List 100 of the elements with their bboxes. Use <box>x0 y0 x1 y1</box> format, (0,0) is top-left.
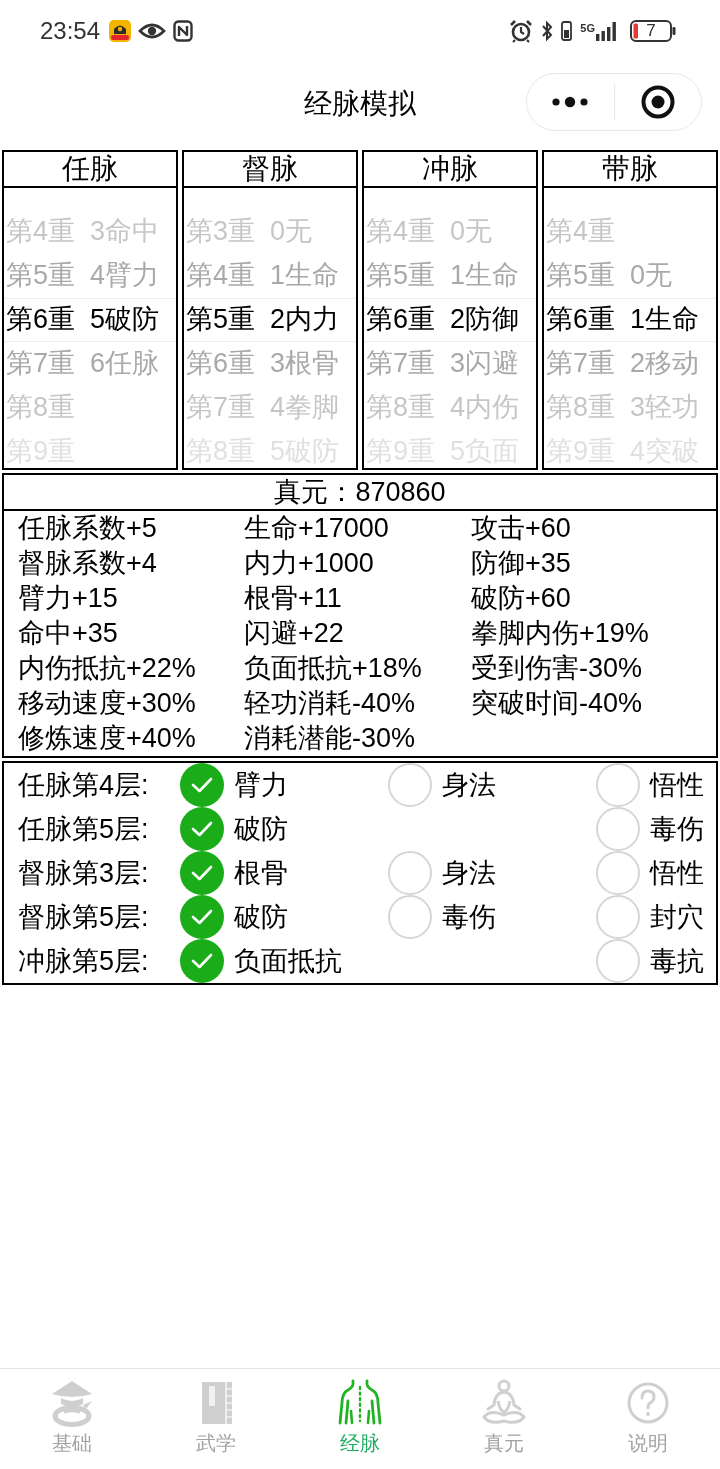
attribute-option[interactable]: 4拳脚 <box>270 392 340 422</box>
bonus-text: 移动速度+30% <box>18 688 196 719</box>
checkbox[interactable] <box>596 939 640 983</box>
level-option[interactable]: 第5重 <box>186 304 256 334</box>
checkbox-label: 破防 <box>234 901 288 933</box>
eye-icon <box>138 22 167 40</box>
checkbox[interactable] <box>388 763 432 807</box>
level-option[interactable]: 第4重 <box>186 260 256 290</box>
bonus-text: 防御+35 <box>471 548 571 579</box>
bonus-text: 督脉系数+4 <box>18 548 157 579</box>
tab[interactable]: 真元 <box>432 1369 576 1469</box>
level-option[interactable]: 第7重 <box>186 392 256 422</box>
battery-level: 7 <box>646 22 656 40</box>
attribute-option[interactable]: 2移动 <box>630 348 700 378</box>
column-header: 冲脉 <box>364 152 536 188</box>
checkbox-label: 负面抵抗 <box>234 945 342 977</box>
level-option[interactable]: 第4重 <box>366 216 436 246</box>
level-option[interactable]: 第6重 <box>6 304 76 334</box>
bonus-text: 拳脚内伤+19% <box>471 618 649 649</box>
summary-title: 真元：870860 <box>274 476 446 508</box>
checkbox[interactable] <box>180 851 224 895</box>
bonus-text: 内伤抵抗+22% <box>18 653 196 684</box>
level-option[interactable]: 第3重 <box>186 216 256 246</box>
app-icon <box>109 20 132 42</box>
attribute-option[interactable]: 3闪避 <box>450 348 520 378</box>
level-option[interactable]: 第6重 <box>186 348 256 378</box>
bonus-text: 突破时间-40% <box>471 688 643 719</box>
attribute-option[interactable]: 3轻功 <box>630 392 700 422</box>
attribute-option[interactable]: 2防御 <box>450 304 520 334</box>
checkbox[interactable] <box>180 807 224 851</box>
checkbox[interactable] <box>596 851 640 895</box>
attribute-option[interactable]: 2内力 <box>270 304 340 334</box>
bonus-text: 轻功消耗-40% <box>244 688 416 719</box>
tab[interactable]: 说明 <box>576 1369 720 1469</box>
row-label: 冲脉第5层: <box>18 945 149 976</box>
bonus-text: 攻击+60 <box>471 513 571 544</box>
level-option[interactable]: 第5重 <box>6 260 76 290</box>
bonus-text: 破防+60 <box>471 583 571 614</box>
page-title: 经脉模拟 <box>304 87 416 121</box>
level-option[interactable]: 第7重 <box>6 348 76 378</box>
attribute-option[interactable]: 1生命 <box>630 304 700 334</box>
level-option[interactable]: 第5重 <box>366 260 436 290</box>
checkbox[interactable] <box>596 763 640 807</box>
checkbox-label: 毒伤 <box>650 813 704 845</box>
attribute-option[interactable]: 3命中 <box>90 216 160 246</box>
level-option[interactable]: 第5重 <box>546 260 616 290</box>
battery-icon <box>630 20 676 42</box>
row-label: 任脉第5层: <box>18 813 149 844</box>
torso-icon <box>336 1379 384 1427</box>
bonus-text: 消耗潜能-30% <box>244 723 416 754</box>
column-header: 任脉 <box>4 152 176 188</box>
attribute-option[interactable]: 6任脉 <box>90 348 160 378</box>
meditation-icon <box>480 1379 528 1427</box>
attribute-option[interactable]: 1生命 <box>450 260 520 290</box>
checkbox-label: 封穴 <box>650 901 704 933</box>
bonus-text: 闪避+22 <box>244 618 344 649</box>
check-icon <box>191 953 213 969</box>
bonus-text: 生命+17000 <box>244 513 389 544</box>
more-icon[interactable] <box>552 96 589 108</box>
tab[interactable]: 武学 <box>144 1369 288 1469</box>
bonus-text: 任脉系数+5 <box>18 513 157 544</box>
level-option[interactable]: 第8重 <box>6 392 76 422</box>
bonus-text: 根骨+11 <box>244 583 342 614</box>
checkbox[interactable] <box>596 895 640 939</box>
bonus-text: 受到伤害-30% <box>471 653 643 684</box>
checkbox-label: 破防 <box>234 813 288 845</box>
level-option[interactable]: 第8重 <box>366 392 436 422</box>
level-option[interactable]: 第8重 <box>546 392 616 422</box>
checkbox[interactable] <box>180 763 224 807</box>
checkbox[interactable] <box>596 807 640 851</box>
attribute-option[interactable]: 0无 <box>450 216 493 246</box>
attribute-option[interactable]: 3根骨 <box>270 348 340 378</box>
bonus-text: 负面抵抗+18% <box>244 653 422 684</box>
checkbox[interactable] <box>180 939 224 983</box>
level-option[interactable]: 第7重 <box>546 348 616 378</box>
check-icon <box>191 865 213 881</box>
attribute-option[interactable]: 5破防 <box>90 304 160 334</box>
attribute-option[interactable]: 0无 <box>270 216 313 246</box>
attribute-option[interactable]: 4内伤 <box>450 392 520 422</box>
device-icon <box>561 21 573 41</box>
tab[interactable]: 基础 <box>0 1369 144 1469</box>
checkbox[interactable] <box>180 895 224 939</box>
bonus-text: 修炼速度+40% <box>18 723 196 754</box>
attribute-option[interactable]: 0无 <box>630 260 673 290</box>
tab[interactable]: 经脉 <box>288 1369 432 1469</box>
check-icon <box>191 777 213 793</box>
level-option[interactable]: 第4重 <box>6 216 76 246</box>
checkbox[interactable] <box>388 895 432 939</box>
target-icon[interactable] <box>640 85 675 119</box>
checkbox-label: 根骨 <box>234 857 288 889</box>
attribute-option[interactable]: 1生命 <box>270 260 340 290</box>
level-option[interactable]: 第6重 <box>366 304 436 334</box>
level-option[interactable]: 第4重 <box>546 216 616 246</box>
checkbox-label: 悟性 <box>650 857 704 889</box>
checkbox[interactable] <box>388 851 432 895</box>
network-type: 5G <box>580 22 595 34</box>
bluetooth-icon <box>541 20 554 42</box>
level-option[interactable]: 第7重 <box>366 348 436 378</box>
attribute-option[interactable]: 4臂力 <box>90 260 160 290</box>
level-option[interactable]: 第6重 <box>546 304 616 334</box>
